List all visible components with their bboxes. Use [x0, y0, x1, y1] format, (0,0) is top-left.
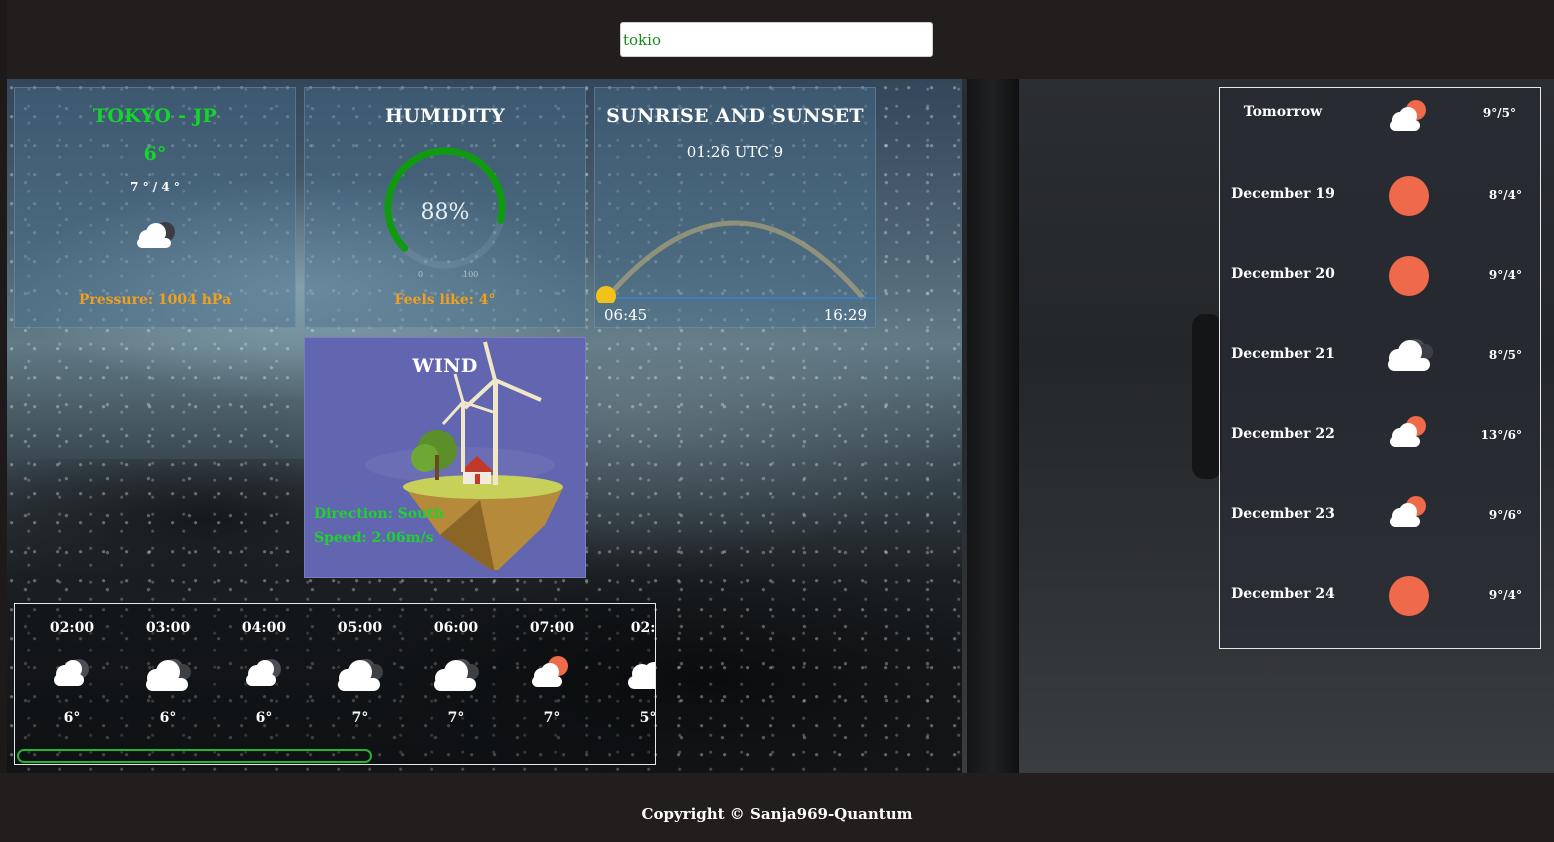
day-name: December 19	[1231, 186, 1335, 202]
footer: Copyright © Sanja969-Quantum	[0, 773, 1554, 842]
city-name: TOKYO - JP	[92, 105, 218, 127]
hour-temp: 6°	[255, 710, 273, 726]
gauge-max-label: 100	[463, 270, 479, 279]
day-name: December 21	[1231, 346, 1335, 362]
daily-item: December 20 9°/4°	[1220, 252, 1540, 332]
day-range: 9°/6°	[1488, 508, 1522, 522]
daily-item: Tomorrow 9°/5°	[1220, 96, 1540, 176]
day-range: 8°/4°	[1488, 188, 1522, 202]
sunrise-sunset-card: SUNRISE AND SUNSET 01:26 UTC 9 06:45 16:…	[594, 87, 877, 328]
overcast-icon	[330, 652, 390, 694]
humidity-value: 88%	[420, 200, 470, 225]
wind-card: WIND Direction: South Speed: 2.06m/s	[304, 337, 586, 578]
day-range: 8°/5°	[1488, 348, 1522, 362]
hour-temp: 5°	[639, 710, 656, 726]
sun-title: SUNRISE AND SUNSET	[606, 105, 864, 127]
day-name: December 23	[1231, 506, 1335, 522]
hour-temp: 7°	[447, 710, 465, 726]
hour-time: 02:0	[630, 620, 656, 636]
hour-time: 04:00	[241, 620, 287, 636]
daily-item: December 19 8°/4°	[1220, 172, 1540, 252]
day-name: December 20	[1231, 266, 1335, 282]
copyright-text: Copyright © Sanja969-Quantum	[641, 805, 913, 823]
humidity-title: HUMIDITY	[385, 105, 505, 127]
hour-time: 05:00	[337, 620, 383, 636]
day-name: Tomorrow	[1243, 104, 1323, 120]
daily-item: December 24 9°/4°	[1220, 572, 1540, 652]
daily-item: December 22 13°/6°	[1220, 412, 1540, 492]
window-handle	[1192, 314, 1222, 479]
hour-temp: 7°	[351, 710, 369, 726]
left-edge	[0, 0, 7, 842]
day-range: 9°/4°	[1488, 268, 1522, 282]
pressure-label: Pressure: 1004 hPa	[78, 292, 232, 308]
hour-temp: 7°	[543, 710, 561, 726]
wind-speed: Speed: 2.06m/s	[314, 530, 434, 546]
cloud-icon	[618, 652, 655, 694]
day-range: 9°/5°	[1482, 106, 1516, 120]
overcast-icon	[426, 652, 486, 694]
daily-forecast: Tomorrow 9°/5° December 19 8°/4° Decembe…	[1219, 87, 1541, 649]
partly-cloudy-icon	[1380, 96, 1438, 144]
hour-time: 07:00	[529, 620, 575, 636]
local-time: 01:26 UTC 9	[686, 143, 784, 161]
hour-temp: 6°	[159, 710, 177, 726]
city-search-input[interactable]	[620, 22, 933, 57]
hour-temp: 6°	[63, 710, 81, 726]
sun-icon	[1380, 572, 1438, 620]
sun-icon	[1380, 252, 1438, 300]
partly-cloudy-icon	[522, 652, 582, 694]
daily-item: December 21 8°/5°	[1220, 332, 1540, 412]
partly-cloudy-icon	[1380, 492, 1438, 540]
hour-time: 03:00	[145, 620, 191, 636]
window-frame	[967, 79, 1019, 773]
min-max-temp: 7 ° / 4 °	[130, 180, 180, 194]
daily-item: December 23 9°/6°	[1220, 492, 1540, 572]
overcast-icon	[1380, 332, 1438, 380]
day-name: December 24	[1231, 586, 1335, 602]
day-range: 9°/4°	[1488, 588, 1522, 602]
feels-like-label: Feels like: 4°	[394, 292, 496, 308]
hour-time: 02:00	[49, 620, 95, 636]
day-range: 13°/6°	[1480, 428, 1522, 442]
sun-icon	[1380, 172, 1438, 220]
hour-time: 06:00	[433, 620, 479, 636]
overcast-icon	[138, 652, 198, 694]
partly-cloudy-icon	[1380, 412, 1438, 460]
top-bar	[0, 0, 1554, 842]
hourly-forecast[interactable]: 02:00 6° 03:00 6° 04:00 6° 05:00 7° 06:0…	[14, 603, 656, 765]
cloudy-night-icon	[133, 218, 179, 256]
current-weather-card: TOKYO - JP 6° 7 ° / 4 ° Pressure: 1004 h…	[14, 87, 296, 328]
horizontal-scrollbar[interactable]	[17, 749, 372, 763]
day-name: December 22	[1231, 426, 1335, 442]
wind-title: WIND	[412, 355, 478, 377]
cloudy-night-icon	[234, 652, 294, 694]
wind-direction: Direction: South	[314, 506, 444, 522]
current-temp: 6°	[143, 143, 167, 165]
sunrise-time: 06:45	[604, 306, 648, 324]
sunset-time: 16:29	[823, 306, 867, 324]
gauge-min-label: 0	[418, 270, 424, 279]
humidity-card: HUMIDITY 88% 0 100 Feels like: 4°	[304, 87, 586, 328]
sun-path-arc	[595, 188, 877, 306]
cloudy-night-icon	[42, 652, 102, 694]
